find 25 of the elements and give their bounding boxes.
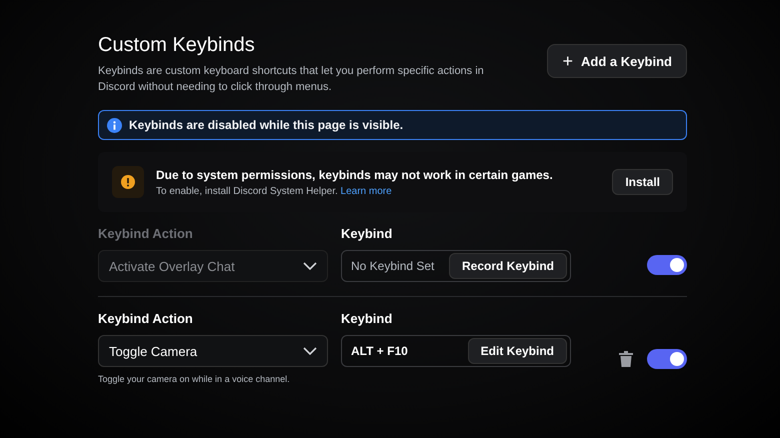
trash-icon[interactable] [619,350,633,366]
toggle-switch[interactable] [647,348,687,368]
page-description: Keybinds are custom keyboard shortcuts that let you perform specific actions in Discord without needing to click through menus. [98,64,485,95]
page-title: Custom Keybinds [98,34,256,57]
keybind-placeholder: No Keybind Set [351,259,434,273]
warning-title: Due to system permissions, keybinds may not work in certain games. [156,168,554,182]
field-label: Keybind [341,311,394,326]
keybind-field[interactable]: ALT + F10 Edit Keybind [341,335,571,367]
info-icon [107,118,122,132]
chevron-down-icon [303,347,317,355]
field-label: Keybind Action [98,226,194,241]
warning-text: To enable, install Discord System Helper. [156,186,338,196]
install-button[interactable]: Install [612,169,673,195]
field-label: Keybind [341,226,394,241]
warning-icon [121,175,135,189]
plus-icon: + [562,50,573,72]
chevron-down-icon [303,262,317,270]
field-label: Keybind Action [98,311,194,326]
action-description: Toggle your camera on while in a voice channel. [98,374,291,384]
info-text: Keybinds are disabled while this page is visible. [129,118,404,132]
action-dropdown[interactable]: Toggle Camera [98,335,328,367]
add-keybind-button[interactable]: + Add a Keybind [547,44,687,78]
learn-more-link[interactable]: Learn more [340,186,392,196]
record-keybind-button[interactable]: Edit Keybind [468,338,567,364]
keybind-value: ALT + F10 [351,344,408,358]
